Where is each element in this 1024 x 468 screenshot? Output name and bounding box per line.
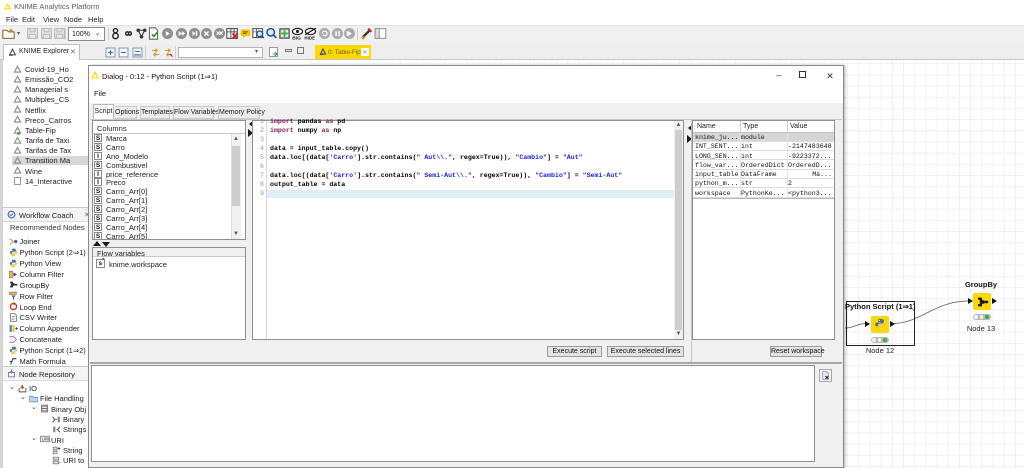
svg-text:URI: URI: [42, 437, 50, 442]
